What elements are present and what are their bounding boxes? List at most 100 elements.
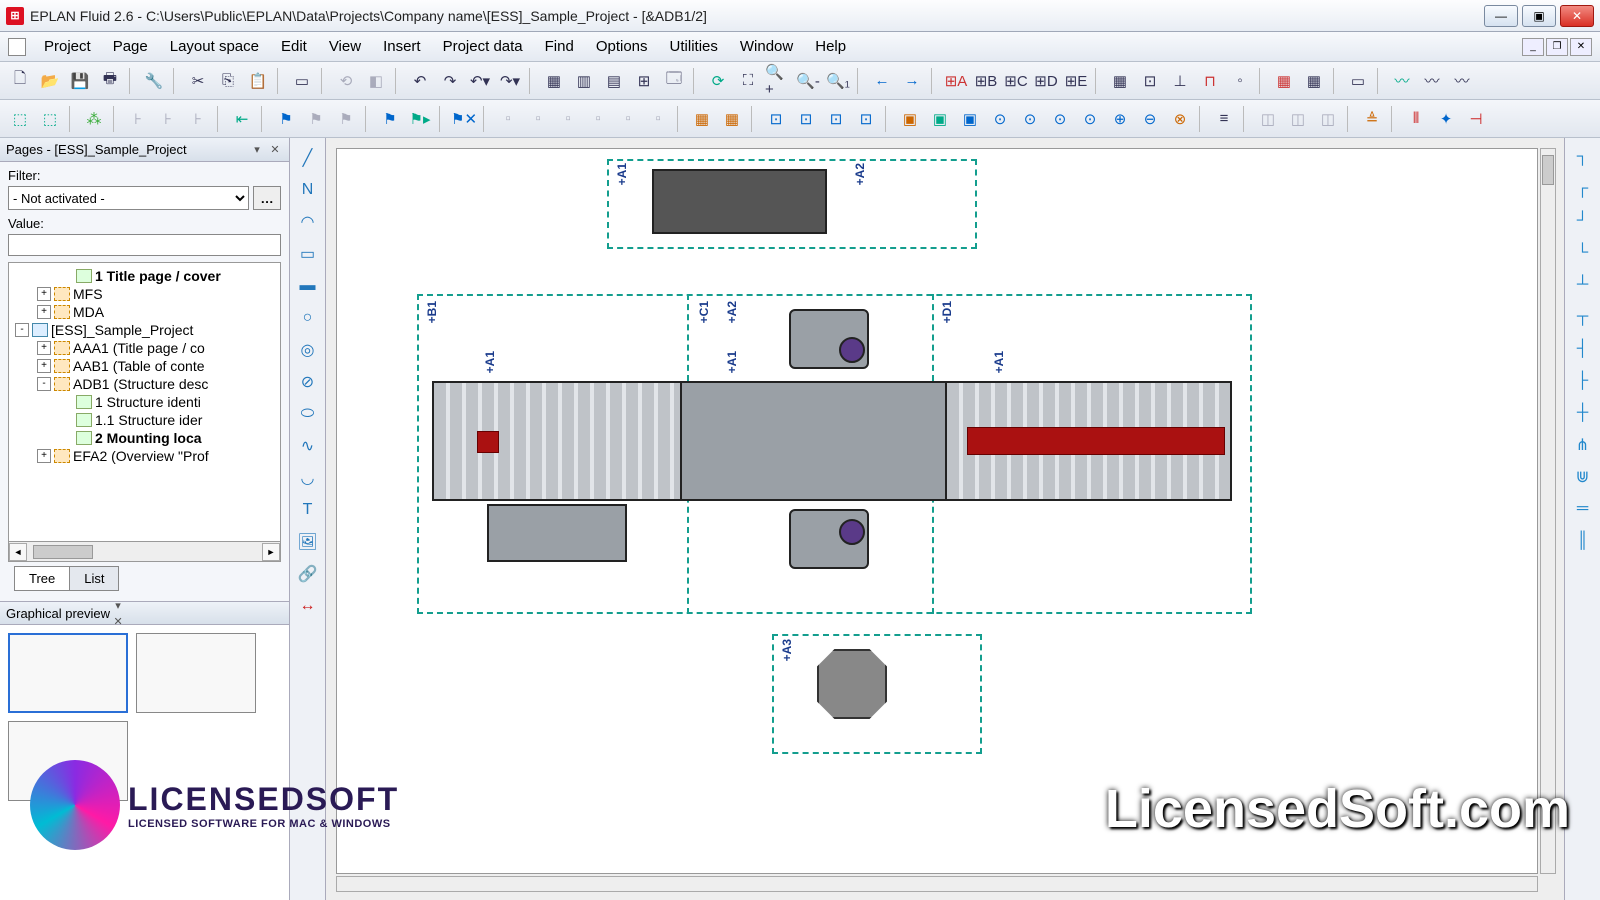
conn-nw-icon[interactable]: ┐	[1570, 144, 1596, 170]
page-first-button[interactable]: ⇤	[228, 105, 256, 133]
menu-edit[interactable]: Edit	[271, 35, 317, 58]
signal3-button[interactable]: 〰	[1448, 67, 1476, 95]
nav-pages-button[interactable]: ⬚	[6, 105, 34, 133]
scroll-left-icon[interactable]: ◄	[9, 543, 27, 561]
arc2-tool-icon[interactable]: ◡	[294, 464, 322, 492]
window-button[interactable]: 🗔	[660, 67, 688, 95]
part-1-button[interactable]: ▣	[896, 105, 924, 133]
wire-b-button[interactable]: ✦	[1432, 105, 1460, 133]
flag-x-button[interactable]: ⚑✕	[450, 105, 478, 133]
valve-button[interactable]: ≜	[1358, 105, 1386, 133]
filter-select[interactable]: - Not activated -	[8, 186, 249, 210]
part-5-button[interactable]: ⊙	[1016, 105, 1044, 133]
select-button[interactable]: ▭	[288, 67, 316, 95]
minimize-button[interactable]: —	[1484, 5, 1518, 27]
grid2-button[interactable]: ▥	[570, 67, 598, 95]
filter-more-button[interactable]: …	[253, 186, 281, 210]
preview-thumb[interactable]	[8, 633, 128, 713]
comp-1-button[interactable]: ⊡	[762, 105, 790, 133]
scroll-right-icon[interactable]: ►	[262, 543, 280, 561]
mdi-close-button[interactable]: ✕	[1570, 38, 1592, 56]
print-button[interactable]: 🖶	[96, 67, 124, 95]
sym-2-button[interactable]: ▦	[718, 105, 746, 133]
expand-icon[interactable]: +	[37, 287, 51, 301]
point-button[interactable]: ◦	[1226, 67, 1254, 95]
expand-icon[interactable]: -	[37, 377, 51, 391]
macro-3-button[interactable]: ▫	[554, 105, 582, 133]
zoom-out-button[interactable]: 🔍-	[794, 67, 822, 95]
part-4-button[interactable]: ⊙	[986, 105, 1014, 133]
snap-e-button[interactable]: ⊞E	[1062, 67, 1090, 95]
tree-row[interactable]: +AAA1 (Title page / co	[9, 339, 280, 357]
part-7-button[interactable]: ⊙	[1076, 105, 1104, 133]
snap-a-button[interactable]: ⊞A	[942, 67, 970, 95]
canvas-vscroll[interactable]	[1540, 148, 1556, 874]
save-button[interactable]: 💾	[66, 67, 94, 95]
layer-2-button[interactable]: ▦	[1300, 67, 1328, 95]
dim-2-button[interactable]: ⊦	[154, 105, 182, 133]
flag-1-button[interactable]: ⚑	[272, 105, 300, 133]
menu-insert[interactable]: Insert	[373, 35, 431, 58]
redo-list-button[interactable]: ↷▾	[496, 67, 524, 95]
pages-tree[interactable]: 1 Title page / cover+MFS+MDA-[ESS]_Sampl…	[8, 262, 281, 542]
new-button[interactable]: 🗋	[6, 67, 34, 95]
menu-projectdata[interactable]: Project data	[433, 35, 533, 58]
macro-5-button[interactable]: ▫	[614, 105, 642, 133]
comp-2-button[interactable]: ⊡	[792, 105, 820, 133]
tree-row[interactable]: +AAB1 (Table of conte	[9, 357, 280, 375]
expand-icon[interactable]: +	[37, 305, 51, 319]
menu-window[interactable]: Window	[730, 35, 803, 58]
settings-button[interactable]: 🔧	[140, 67, 168, 95]
xtra3-button[interactable]: ◫	[1314, 105, 1342, 133]
mdi-minimize-button[interactable]: _	[1522, 38, 1544, 56]
part-6-button[interactable]: ⊙	[1046, 105, 1074, 133]
grid-button[interactable]: ▦	[540, 67, 568, 95]
text-tool-icon[interactable]: T	[294, 496, 322, 524]
polyline-tool-icon[interactable]: Ν	[294, 176, 322, 204]
undo-button[interactable]: ↶	[406, 67, 434, 95]
tree-row[interactable]: +MFS	[9, 285, 280, 303]
image-tool-icon[interactable]: 🖼	[294, 528, 322, 556]
tree-scrollbar[interactable]: ◄ ►	[8, 542, 281, 562]
nav-fwd-button[interactable]: →	[898, 67, 926, 95]
panel-close-icon[interactable]: ✕	[267, 142, 283, 158]
ortho-button[interactable]: ⊥	[1166, 67, 1194, 95]
tree-row[interactable]: +MDA	[9, 303, 280, 321]
signal2-button[interactable]: 〰	[1418, 67, 1446, 95]
tree-row[interactable]: 1 Structure identi	[9, 393, 280, 411]
spline-tool-icon[interactable]: ∿	[294, 432, 322, 460]
xtra2-button[interactable]: ◫	[1284, 105, 1312, 133]
branch2-icon[interactable]: ⋓	[1570, 464, 1596, 490]
tab-list[interactable]: List	[70, 566, 119, 591]
snap-b-button[interactable]: ⊞B	[972, 67, 1000, 95]
tree-row[interactable]: -[ESS]_Sample_Project	[9, 321, 280, 339]
nav-pages2-button[interactable]: ⬚	[36, 105, 64, 133]
mdi-restore-button[interactable]: ❐	[1546, 38, 1568, 56]
t-right-icon[interactable]: ├	[1570, 368, 1596, 394]
flag-3-button[interactable]: ⚑	[332, 105, 360, 133]
expand-icon[interactable]: +	[37, 341, 51, 355]
menu-help[interactable]: Help	[805, 35, 856, 58]
zoom-window-button[interactable]: ⛶	[734, 67, 762, 95]
report-button[interactable]: ≡	[1210, 105, 1238, 133]
snap-d-button[interactable]: ⊞D	[1032, 67, 1060, 95]
tree-row[interactable]: 2 Mounting loca	[9, 429, 280, 447]
dim-3-button[interactable]: ⊦	[184, 105, 212, 133]
zoom-100-button[interactable]: 🔍₁	[824, 67, 852, 95]
t-up-icon[interactable]: ┴	[1570, 272, 1596, 298]
menu-utilities[interactable]: Utilities	[660, 35, 728, 58]
bus-icon[interactable]: ═	[1570, 496, 1596, 522]
grid3-button[interactable]: ▤	[600, 67, 628, 95]
menu-page[interactable]: Page	[103, 35, 158, 58]
t-left-icon[interactable]: ┤	[1570, 336, 1596, 362]
magnet-button[interactable]: ⊓	[1196, 67, 1224, 95]
redo-button[interactable]: ↷	[436, 67, 464, 95]
undo-list-button[interactable]: ↶▾	[466, 67, 494, 95]
diagonal-tool-icon[interactable]: ⊘	[294, 368, 322, 396]
wire-g-button[interactable]: ⊣	[1462, 105, 1490, 133]
comp-4-button[interactable]: ⊡	[852, 105, 880, 133]
flag-2-button[interactable]: ⚑	[302, 105, 330, 133]
dimension-tool-icon[interactable]: ↔	[294, 592, 322, 620]
vscroll-thumb[interactable]	[1542, 155, 1554, 185]
menu-project[interactable]: Project	[34, 35, 101, 58]
